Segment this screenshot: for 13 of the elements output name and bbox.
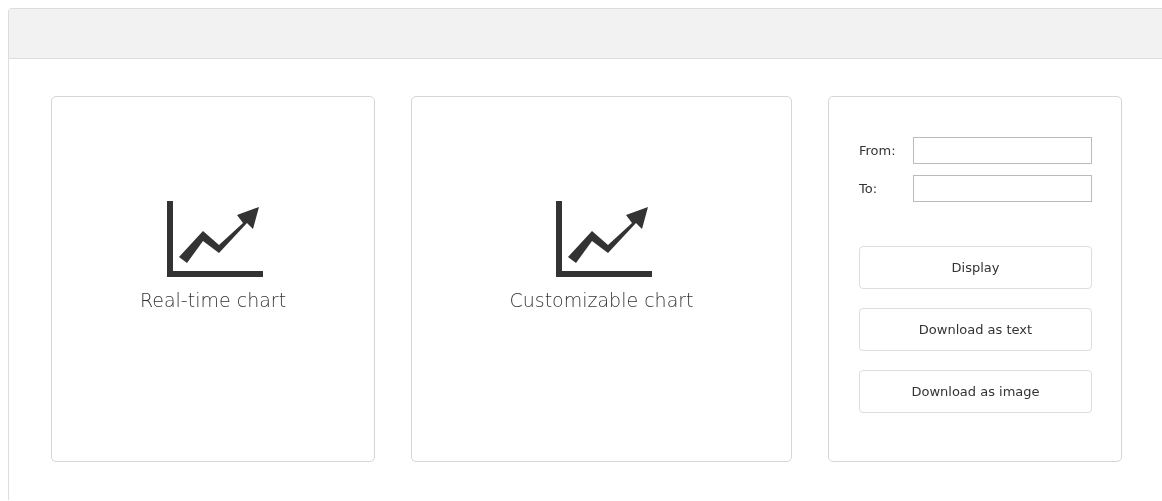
field-label: To: <box>859 181 878 196</box>
date-field[interactable] <box>913 137 1092 164</box>
chart-label: Real-time chart <box>139 289 287 311</box>
action-button[interactable]: Display <box>859 246 1092 289</box>
action-button[interactable]: Download as text <box>859 308 1092 351</box>
field-label: From: <box>859 143 896 158</box>
action-button[interactable]: Download as image <box>859 370 1092 413</box>
chart-card[interactable]: Customizable chart <box>411 96 792 462</box>
chart-card[interactable]: Real-time chart <box>51 96 375 462</box>
line-chart-icon <box>167 201 263 277</box>
date-field[interactable] <box>913 175 1092 202</box>
line-chart-icon <box>555 201 652 277</box>
chart-label: Customizable chart <box>509 289 694 311</box>
